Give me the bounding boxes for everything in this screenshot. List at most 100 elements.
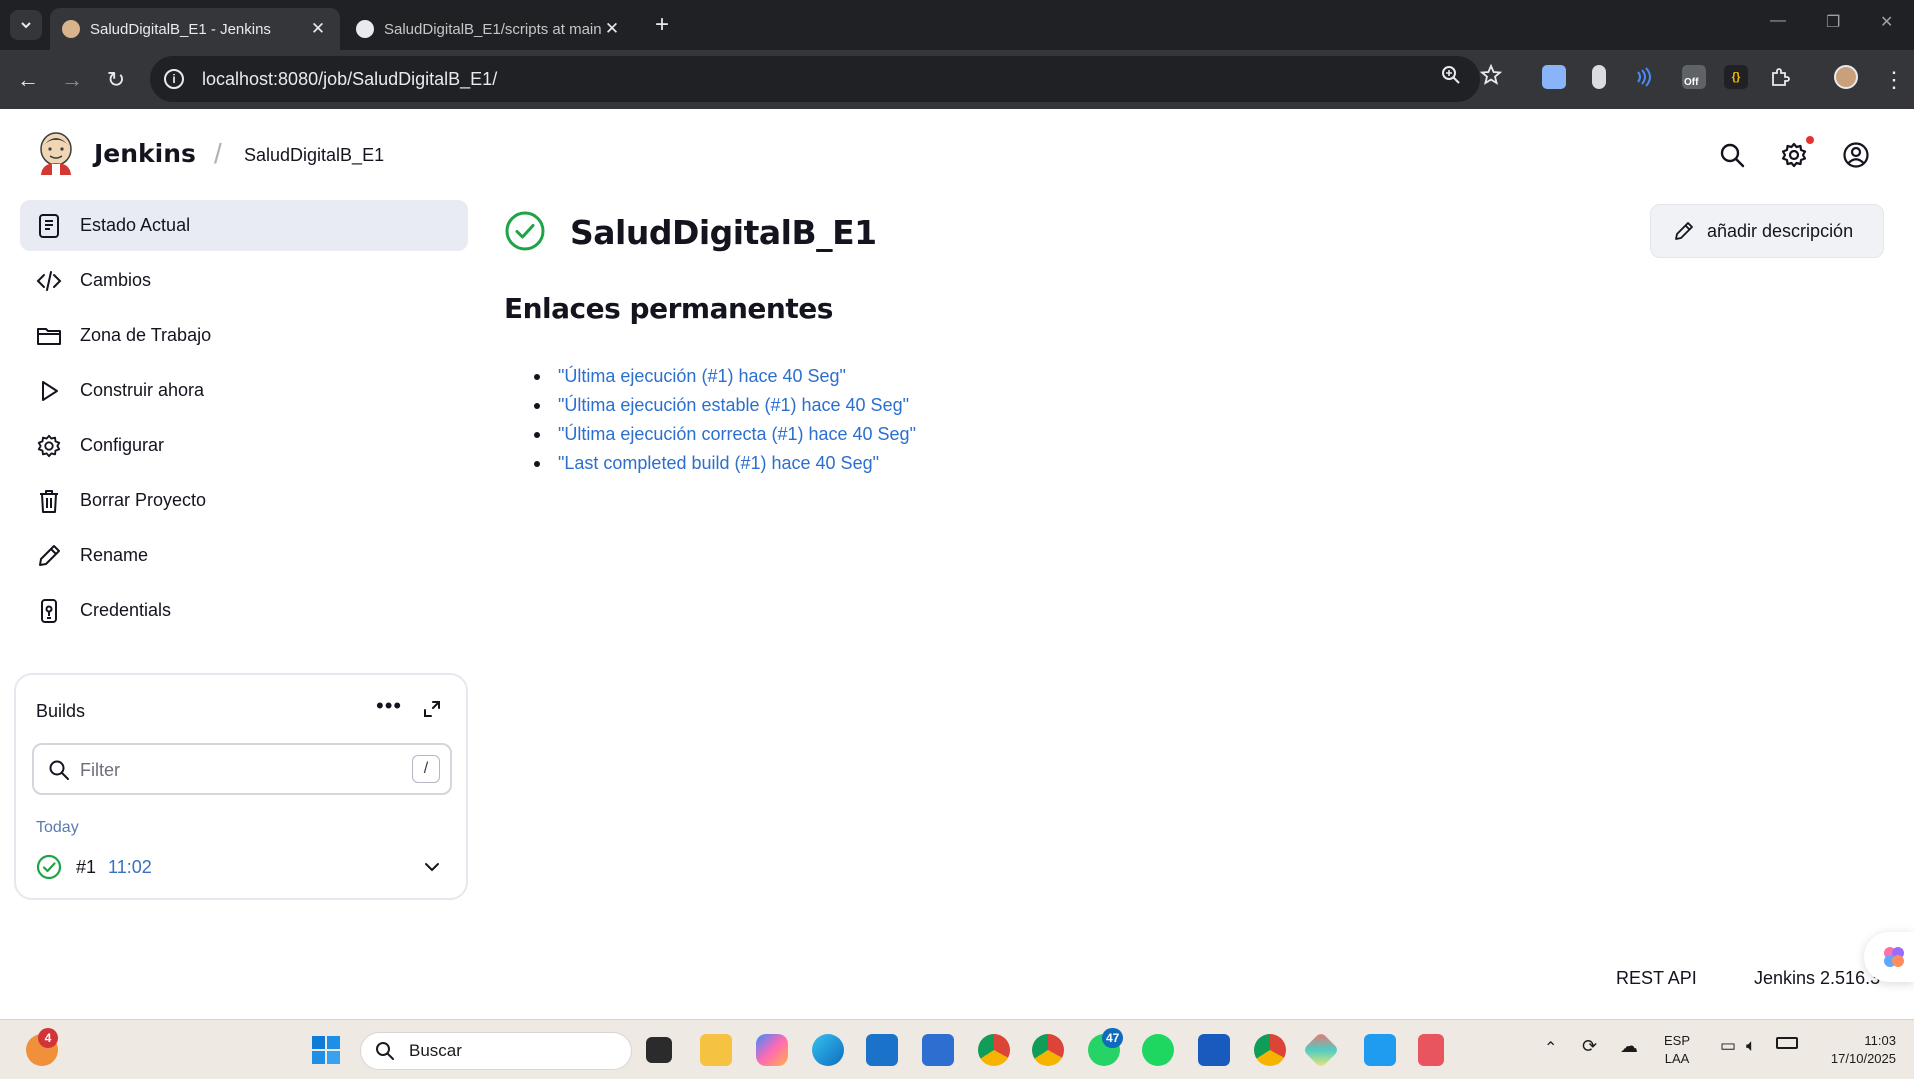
tab-github[interactable]: SaludDigitalB_E1/scripts at main ✕ [344, 8, 634, 50]
permalink-last-completed-build[interactable]: "Last completed build (#1) hace 40 Seg" [534, 449, 916, 478]
new-tab-button[interactable]: + [648, 11, 676, 39]
extensions-puzzle-icon[interactable] [1768, 65, 1792, 89]
manage-gear-icon[interactable] [1780, 141, 1808, 169]
pencil-icon [1675, 222, 1693, 240]
sidebar-item-label: Rename [80, 545, 149, 565]
clock-date: 17/10/2025 [1830, 1051, 1896, 1066]
sidebar-item-credentials[interactable]: Credentials [20, 585, 468, 636]
bookmark-star-icon[interactable] [1480, 64, 1502, 86]
sidebar-item-construir-ahora[interactable]: Construir ahora [20, 365, 468, 416]
build-time[interactable]: 11:02 [108, 857, 152, 878]
sidebar-item-zona-de-trabajo[interactable]: Zona de Trabajo [20, 310, 468, 361]
permalink-last-build[interactable]: "Última ejecución (#1) hace 40 Seg" [534, 362, 916, 391]
restore-button[interactable]: ❐ [1826, 12, 1840, 32]
off-extension-icon[interactable]: Off [1682, 65, 1706, 89]
sidebar-item-cambios[interactable]: Cambios [20, 255, 468, 306]
snipping-tool-icon[interactable] [1418, 1034, 1444, 1066]
keyboard-shortcut-hint: / [412, 755, 440, 783]
spotify-icon[interactable] [1142, 1034, 1174, 1066]
build-row[interactable]: #1 11:02 [26, 845, 452, 889]
tab-search-button[interactable] [10, 10, 42, 40]
edge-icon[interactable] [812, 1034, 844, 1066]
language-code: ESP [1664, 1033, 1691, 1048]
trash-icon [40, 489, 58, 513]
sidebar-item-configurar[interactable]: Configurar [20, 420, 468, 471]
sync-icon[interactable]: ⟳ [1582, 1036, 1597, 1057]
build-number[interactable]: #1 [76, 857, 96, 878]
azure-app-icon[interactable] [922, 1034, 954, 1066]
folder-icon [37, 327, 61, 345]
credentials-icon [41, 598, 57, 623]
close-tab-icon[interactable]: ✕ [602, 19, 622, 39]
taskbar-search[interactable]: Buscar [360, 1032, 632, 1070]
sidebar-item-borrar-proyecto[interactable]: Borrar Proyecto [20, 475, 468, 526]
task-view-icon[interactable] [646, 1037, 672, 1063]
show-hidden-icons-icon[interactable]: ⌃ [1544, 1038, 1557, 1058]
sidebar-item-label: Credentials [80, 600, 172, 620]
pencil-icon [39, 544, 60, 566]
reload-button[interactable]: ↻ [100, 64, 132, 96]
zoom-icon[interactable] [1440, 64, 1462, 86]
copilot-icon[interactable] [756, 1034, 788, 1066]
play-icon [42, 380, 58, 401]
keyboard-language[interactable]: ESP LAA [1664, 1032, 1690, 1068]
json-extension-icon[interactable]: {} [1724, 65, 1748, 89]
assistant-bubble[interactable] [1864, 932, 1914, 982]
brand-name[interactable]: Jenkins [94, 139, 196, 168]
vscode-icon[interactable] [1364, 1034, 1396, 1066]
expand-icon[interactable] [422, 699, 442, 719]
wireless-extension-icon[interactable] [1632, 65, 1656, 89]
mouse-extension-icon[interactable] [1592, 65, 1606, 89]
git-app-icon[interactable] [1302, 1031, 1340, 1069]
chrome-profile-1-icon[interactable] [978, 1034, 1010, 1066]
sidebar-item-label: Borrar Proyecto [80, 490, 207, 510]
clock[interactable]: 11:03 17/10/2025 [1816, 1032, 1896, 1068]
builds-filter-input[interactable] [80, 757, 380, 783]
sidebar-item-rename[interactable]: Rename [20, 530, 468, 581]
microsoft-store-icon[interactable] [866, 1034, 898, 1066]
user-account-icon[interactable] [1842, 141, 1870, 169]
battery-icon[interactable] [1776, 1037, 1798, 1049]
chrome-profile-3-icon[interactable] [1254, 1034, 1286, 1066]
browser-menu-button[interactable]: ⋮ [1878, 64, 1910, 96]
site-info-icon[interactable]: i [164, 69, 184, 89]
jenkins-header: Jenkins / SaludDigitalB_E1 [0, 109, 1914, 197]
close-tab-icon[interactable]: ✕ [308, 19, 328, 39]
jenkins-version-link[interactable]: Jenkins 2.516.3 [1754, 968, 1880, 989]
back-button[interactable]: ← [12, 64, 44, 96]
permalink-last-stable-build[interactable]: "Última ejecución estable (#1) hace 40 S… [534, 391, 916, 420]
rest-api-link[interactable]: REST API [1616, 968, 1697, 989]
word-icon[interactable] [1198, 1034, 1230, 1066]
address-bar[interactable]: i localhost:8080/job/SaludDigitalB_E1/ [150, 56, 1480, 102]
tab-jenkins[interactable]: SaludDigitalB_E1 - Jenkins ✕ [50, 8, 340, 50]
jenkins-logo-icon[interactable] [36, 131, 76, 177]
chevron-down-icon [21, 22, 31, 29]
windows-taskbar: 4 Buscar 47 ⌃ ⟳ ☁ ESP LAA ▭ 🔈︎ 11:03 17/… [0, 1019, 1914, 1079]
whatsapp-badge: 47 [1102, 1028, 1124, 1048]
onedrive-cloud-icon[interactable]: ☁ [1620, 1036, 1638, 1057]
volume-icon[interactable]: 🔈︎ [1746, 1036, 1756, 1056]
more-options-icon[interactable]: ••• [376, 693, 402, 719]
sidebar-item-estado-actual[interactable]: Estado Actual [20, 200, 468, 251]
file-explorer-icon[interactable] [700, 1034, 732, 1066]
side-panel: Estado Actual Cambios Zona de Trabajo Co… [20, 200, 468, 640]
profile-avatar-icon[interactable] [1834, 65, 1858, 89]
forward-button[interactable]: → [56, 64, 88, 96]
windows-start-icon[interactable] [310, 1034, 342, 1066]
builds-filter-field[interactable]: / [32, 743, 452, 795]
network-icon[interactable]: ▭ [1720, 1036, 1736, 1056]
permalink-last-successful-build[interactable]: "Última ejecución correcta (#1) hace 40 … [534, 420, 916, 449]
sidebar-item-label: Estado Actual [80, 215, 191, 235]
add-description-button[interactable]: añadir descripción [1650, 204, 1884, 258]
breadcrumb-job[interactable]: SaludDigitalB_E1 [244, 145, 384, 166]
chevron-down-icon[interactable] [422, 857, 442, 877]
gear-icon [37, 434, 61, 457]
screencast-extension-icon[interactable] [1542, 65, 1566, 89]
taskbar-search-placeholder: Buscar [409, 1041, 462, 1060]
close-window-button[interactable]: ✕ [1880, 12, 1893, 32]
notification-dot-icon [1806, 136, 1814, 144]
chrome-profile-2-icon[interactable] [1032, 1034, 1064, 1066]
code-icon [36, 270, 62, 291]
search-icon[interactable] [1718, 141, 1746, 169]
minimize-button[interactable]: — [1770, 12, 1786, 30]
